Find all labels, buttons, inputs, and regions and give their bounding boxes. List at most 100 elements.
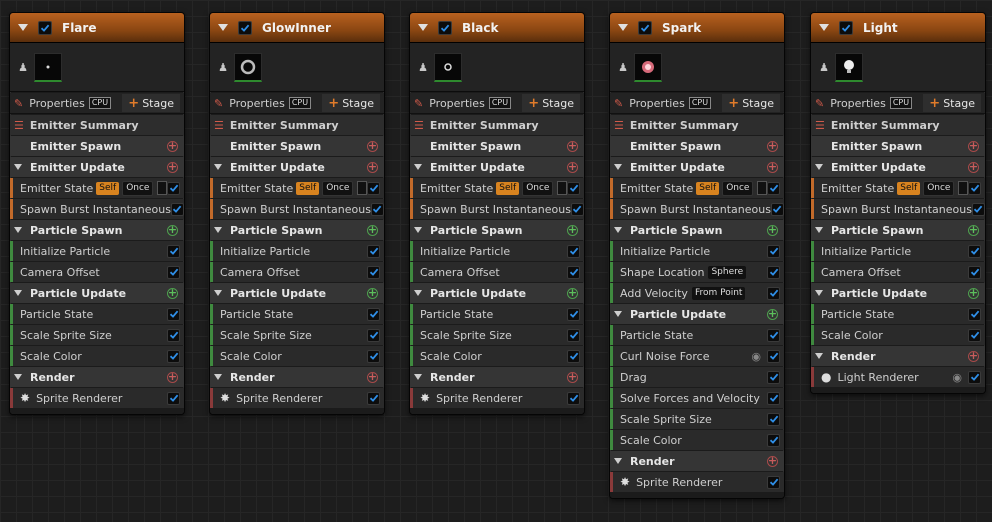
module-row[interactable]: Spawn Burst Instantaneous	[10, 199, 184, 219]
module-enabled-checkbox[interactable]	[167, 307, 180, 321]
module-row[interactable]: Camera Offset	[811, 262, 985, 282]
properties-row[interactable]: ✎ Properties CPU + Stage	[410, 93, 584, 114]
add-module-plus-icon[interactable]: +	[567, 224, 578, 236]
emitter-thumbnail[interactable]	[634, 52, 662, 82]
particle-update-section[interactable]: Particle Update +	[811, 283, 985, 303]
collapse-triangle-icon[interactable]	[815, 290, 823, 296]
emitter-spawn-section[interactable]: Emitter Spawn +	[210, 136, 384, 156]
module-row[interactable]: Camera Offset	[210, 262, 384, 282]
add-module-plus-icon[interactable]: +	[567, 287, 578, 299]
add-module-plus-icon[interactable]: +	[767, 140, 778, 152]
module-enabled-checkbox[interactable]	[770, 202, 784, 216]
collapse-triangle-icon[interactable]	[414, 227, 422, 233]
particle-update-section[interactable]: Particle Update +	[610, 304, 784, 324]
add-module-plus-icon[interactable]: +	[167, 140, 178, 152]
renderer-row[interactable]: ● Light Renderer ◉	[811, 367, 985, 387]
module-enabled-checkbox[interactable]	[968, 307, 981, 321]
person-icon[interactable]: ♟	[18, 61, 28, 74]
person-icon[interactable]: ♟	[418, 61, 428, 74]
add-module-plus-icon[interactable]: +	[167, 224, 178, 236]
module-enabled-checkbox[interactable]	[968, 181, 981, 195]
module-row[interactable]: Solve Forces and Velocity	[610, 388, 784, 408]
module-row[interactable]: Initialize Particle	[210, 241, 384, 261]
module-row[interactable]: Camera Offset	[410, 262, 584, 282]
module-row[interactable]: Particle State	[610, 325, 784, 345]
render-section[interactable]: Render +	[10, 367, 184, 387]
emitter-summary-row[interactable]: ☰ Emitter Summary	[811, 115, 985, 135]
collapse-triangle-icon[interactable]	[614, 164, 622, 170]
properties-row[interactable]: ✎ Properties CPU + Stage	[210, 93, 384, 114]
module-enabled-checkbox[interactable]	[968, 244, 981, 258]
add-module-plus-icon[interactable]: +	[968, 140, 979, 152]
person-icon[interactable]: ♟	[218, 61, 228, 74]
emitter-spawn-section[interactable]: Emitter Spawn +	[610, 136, 784, 156]
properties-row[interactable]: ✎ Properties CPU + Stage	[610, 93, 784, 114]
render-section[interactable]: Render +	[811, 346, 985, 366]
renderer-row[interactable]: ✸ Sprite Renderer	[10, 388, 184, 408]
module-row[interactable]: Particle State	[10, 304, 184, 324]
module-enabled-checkbox[interactable]	[367, 244, 380, 258]
emitter-update-section[interactable]: Emitter Update +	[210, 157, 384, 177]
collapse-triangle-icon[interactable]	[214, 227, 222, 233]
collapse-triangle-icon[interactable]	[214, 290, 222, 296]
module-enabled-checkbox[interactable]	[567, 265, 580, 279]
module-row[interactable]: Particle State	[410, 304, 584, 324]
person-icon[interactable]: ♟	[819, 61, 829, 74]
module-row[interactable]: Spawn Burst Instantaneous	[210, 199, 384, 219]
module-row[interactable]: Scale Color	[610, 430, 784, 450]
emitter-header[interactable]: Flare	[10, 13, 184, 43]
curve-icon[interactable]	[958, 181, 968, 195]
add-module-plus-icon[interactable]: +	[968, 287, 979, 299]
renderer-enabled-checkbox[interactable]	[367, 391, 380, 405]
emitter-update-section[interactable]: Emitter Update +	[410, 157, 584, 177]
add-renderer-plus-icon[interactable]: +	[167, 371, 178, 383]
add-module-plus-icon[interactable]: +	[367, 140, 378, 152]
module-enabled-checkbox[interactable]	[567, 244, 580, 258]
module-row[interactable]: Scale Sprite Size	[210, 325, 384, 345]
add-module-plus-icon[interactable]: +	[767, 308, 778, 320]
module-row[interactable]: Emitter State Self Once	[410, 178, 584, 198]
particle-update-section[interactable]: Particle Update +	[210, 283, 384, 303]
module-row[interactable]: Scale Color	[10, 346, 184, 366]
module-enabled-checkbox[interactable]	[767, 286, 780, 300]
curve-icon[interactable]	[557, 181, 567, 195]
particle-update-section[interactable]: Particle Update +	[10, 283, 184, 303]
module-enabled-checkbox[interactable]	[170, 202, 184, 216]
collapse-triangle-icon[interactable]	[214, 374, 222, 380]
add-stage-button[interactable]: + Stage	[122, 94, 180, 112]
emitter-enabled-checkbox[interactable]	[38, 20, 52, 35]
emitter-node[interactable]: Spark ♟ ✎ Properties CPU + Stage ☰ Emitter Summa…	[609, 12, 785, 499]
module-row[interactable]: Initialize Particle	[10, 241, 184, 261]
particle-spawn-section[interactable]: Particle Spawn +	[610, 220, 784, 240]
module-enabled-checkbox[interactable]	[167, 181, 180, 195]
collapse-triangle-icon[interactable]	[218, 24, 228, 31]
emitter-enabled-checkbox[interactable]	[839, 20, 853, 35]
renderer-enabled-checkbox[interactable]	[968, 370, 981, 384]
emitter-thumbnail[interactable]	[835, 52, 863, 82]
add-renderer-plus-icon[interactable]: +	[968, 350, 979, 362]
emitter-spawn-section[interactable]: Emitter Spawn +	[811, 136, 985, 156]
module-enabled-checkbox[interactable]	[767, 328, 780, 342]
collapse-triangle-icon[interactable]	[14, 227, 22, 233]
module-enabled-checkbox[interactable]	[167, 349, 180, 363]
module-enabled-checkbox[interactable]	[567, 328, 580, 342]
collapse-triangle-icon[interactable]	[614, 227, 622, 233]
add-module-plus-icon[interactable]: +	[968, 161, 979, 173]
module-enabled-checkbox[interactable]	[767, 370, 780, 384]
render-section[interactable]: Render +	[410, 367, 584, 387]
module-row[interactable]: Scale Sprite Size	[410, 325, 584, 345]
add-module-plus-icon[interactable]: +	[167, 161, 178, 173]
particle-spawn-section[interactable]: Particle Spawn +	[410, 220, 584, 240]
emitter-header[interactable]: GlowInner	[210, 13, 384, 43]
module-enabled-checkbox[interactable]	[167, 265, 180, 279]
emitter-header[interactable]: Light	[811, 13, 985, 43]
add-module-plus-icon[interactable]: +	[567, 161, 578, 173]
emitter-node[interactable]: Light ♟ ✎ Properties CPU + Stage ☰ Emitter Summa…	[810, 12, 986, 394]
add-module-plus-icon[interactable]: +	[767, 161, 778, 173]
emitter-enabled-checkbox[interactable]	[638, 20, 652, 35]
add-module-plus-icon[interactable]: +	[367, 287, 378, 299]
module-enabled-checkbox[interactable]	[367, 307, 380, 321]
module-row[interactable]: Particle State	[210, 304, 384, 324]
properties-row[interactable]: ✎ Properties CPU + Stage	[811, 93, 985, 114]
eye-icon[interactable]: ◉	[751, 350, 761, 363]
